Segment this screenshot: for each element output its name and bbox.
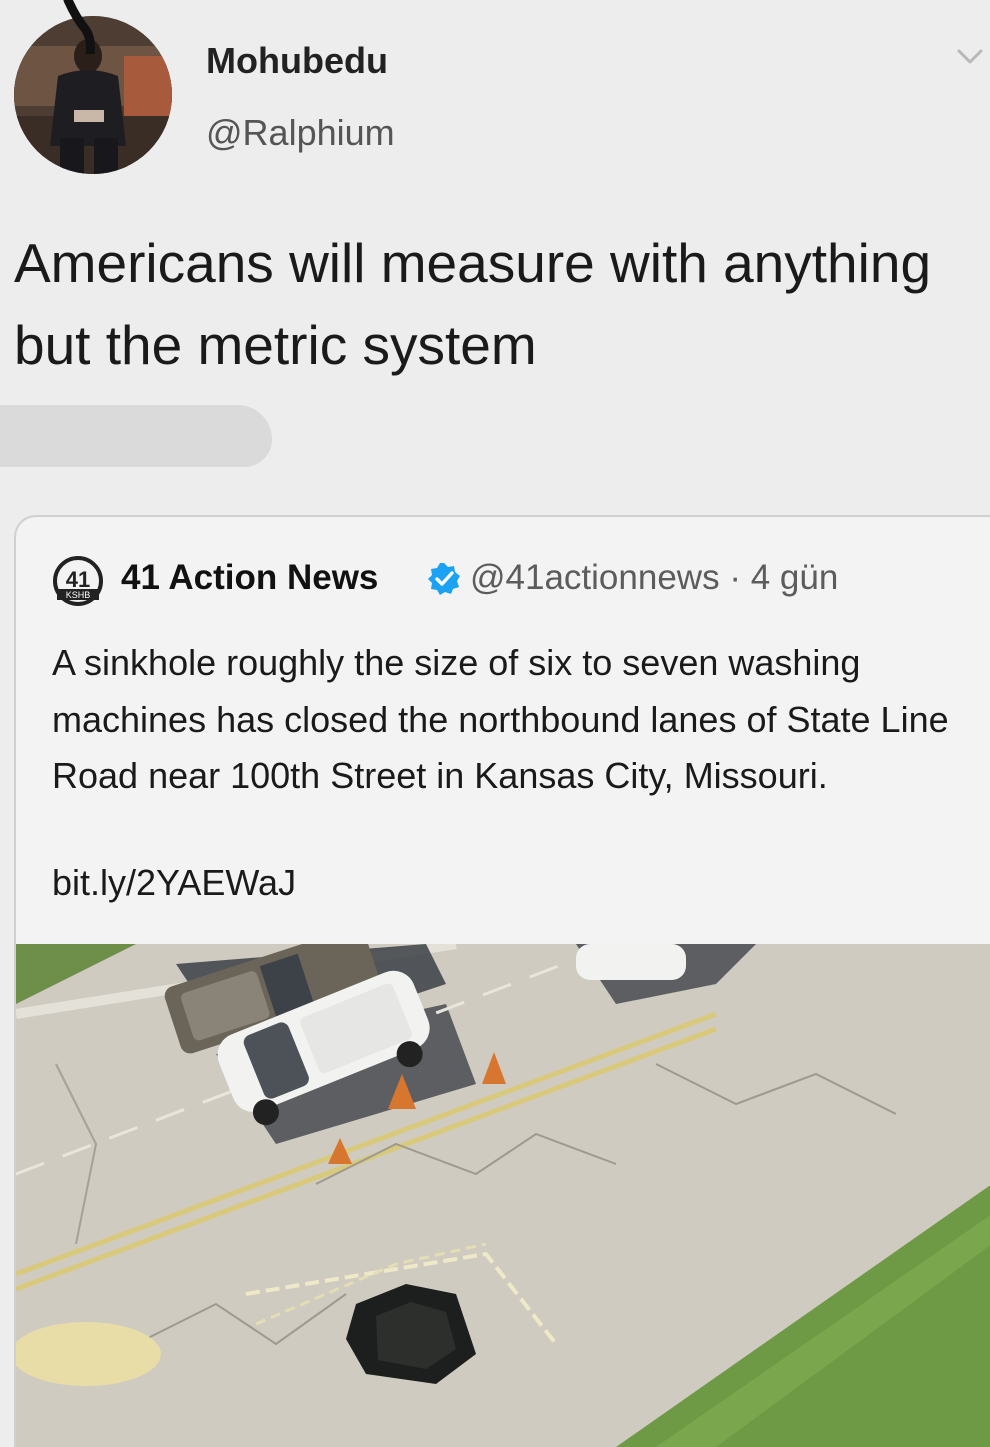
- quoted-timestamp[interactable]: 4 gün: [751, 558, 839, 597]
- station-logo-number: 41: [66, 567, 90, 592]
- quoted-display-name[interactable]: 41 Action News: [121, 558, 378, 598]
- tweet-text: Americans will measure with anything but…: [14, 232, 932, 376]
- tweet-card: Mohubedu @Ralphium Americans will measur…: [0, 0, 990, 1447]
- station-logo[interactable]: 41 KSHB: [53, 556, 103, 606]
- quoted-tweet-link[interactable]: bit.ly/2YAEWaJ: [52, 862, 296, 904]
- redaction-smudge: [0, 405, 272, 467]
- verified-badge-icon: [428, 563, 460, 595]
- station-logo-callsign: KSHB: [66, 590, 91, 600]
- quoted-handle[interactable]: @41actionnews: [470, 558, 720, 597]
- sinkhole-aerial-photo[interactable]: [16, 944, 990, 1447]
- user-handle[interactable]: @Ralphium: [206, 112, 395, 154]
- quoted-tweet-text: A sinkhole roughly the size of six to se…: [52, 642, 949, 796]
- chevron-down-icon[interactable]: [956, 46, 984, 68]
- quoted-tweet[interactable]: 41 KSHB 41 Action News @41actionnews · 4…: [14, 515, 990, 1447]
- meta-separator: ·: [729, 558, 741, 597]
- quoted-meta: @41actionnews · 4 gün: [470, 558, 838, 598]
- display-name[interactable]: Mohubedu: [206, 40, 388, 82]
- pen-scribble-mark: [63, 0, 95, 54]
